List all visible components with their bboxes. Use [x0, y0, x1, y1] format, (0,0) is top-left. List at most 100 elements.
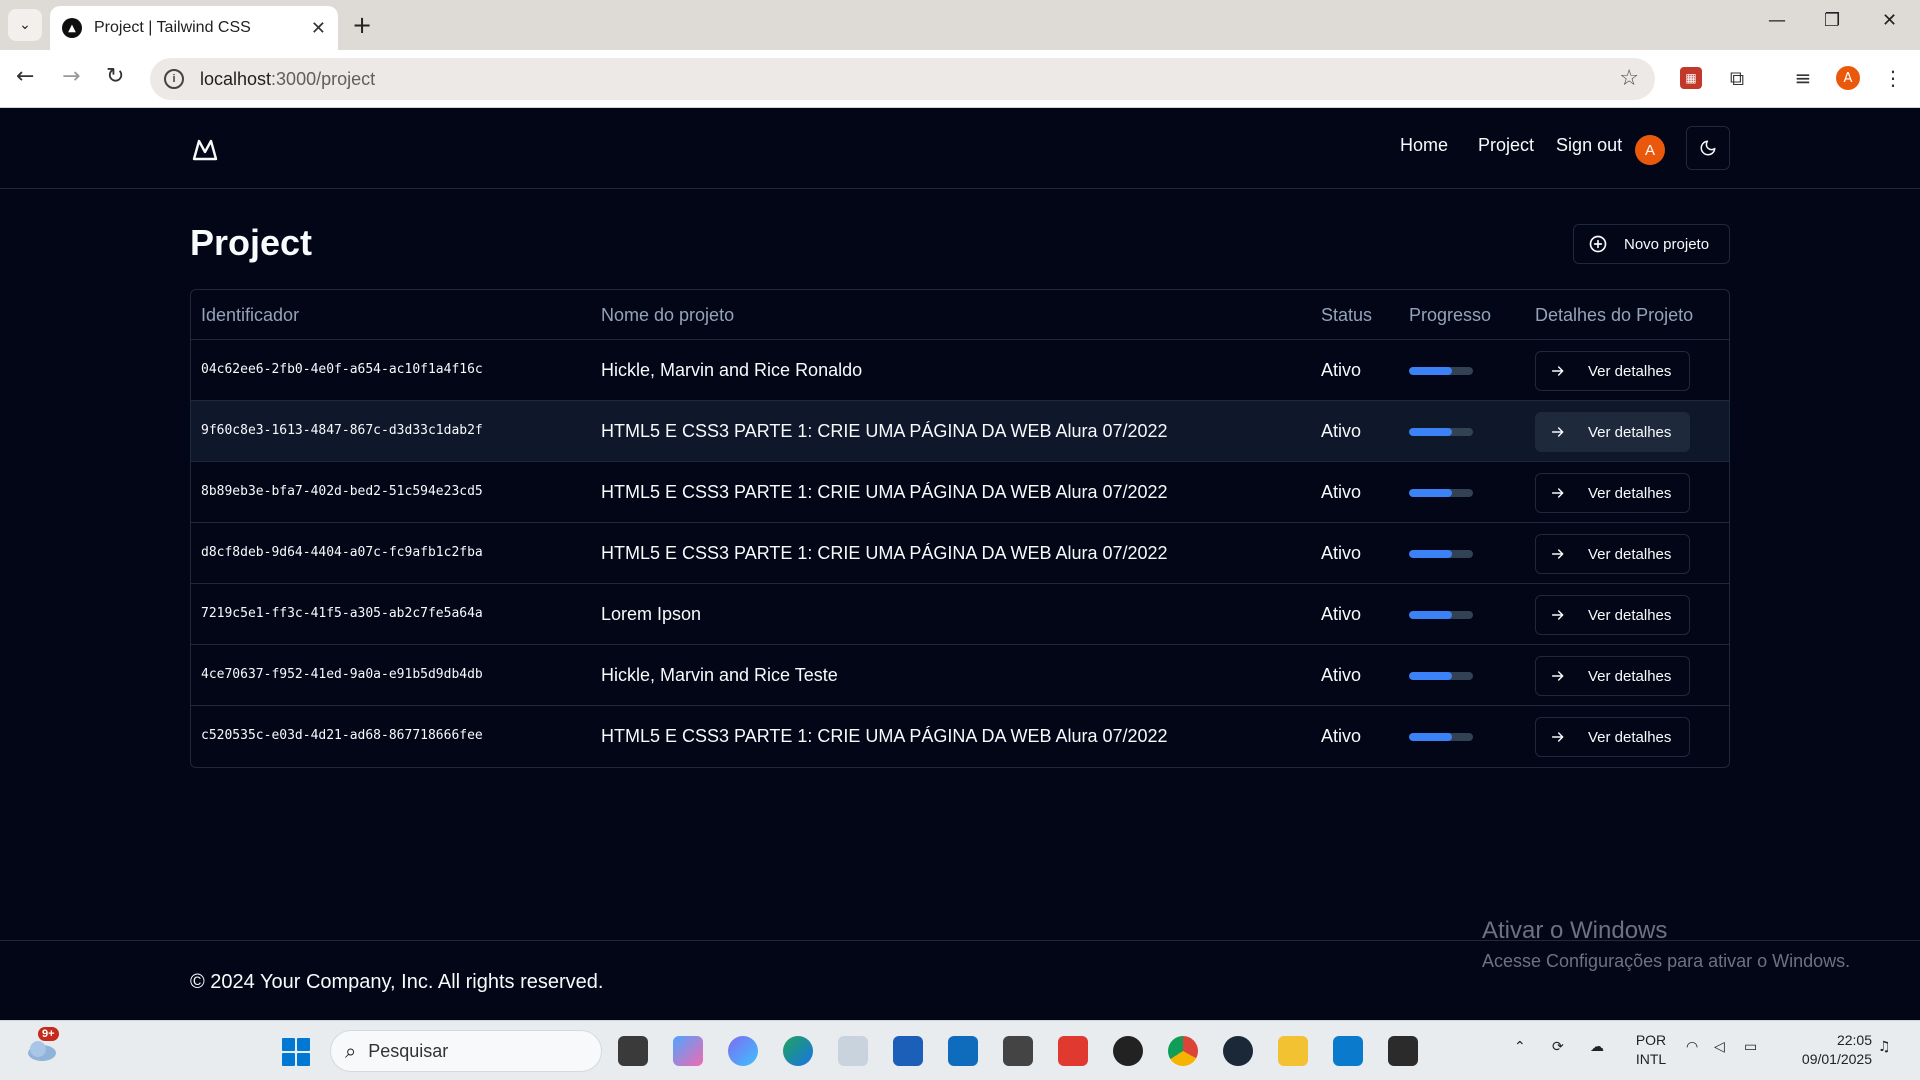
language-indicator[interactable]: POR INTL — [1634, 1031, 1668, 1069]
task-view-icon[interactable] — [618, 1036, 648, 1066]
m365-icon[interactable] — [728, 1036, 758, 1066]
progress-bar — [1409, 733, 1473, 741]
windows-start-icon[interactable] — [282, 1038, 310, 1066]
chrome-icon[interactable] — [1168, 1036, 1198, 1066]
browser-toolbar: ← → ↻ i localhost:3000/project ☆ ▦ ⧉ ≡ ⋮ — [0, 50, 1920, 108]
wifi-icon[interactable]: ◠ — [1686, 1039, 1698, 1055]
media-control-icon[interactable]: ≡ — [1788, 63, 1818, 93]
ver-detalhes-button[interactable]: Ver detalhes — [1535, 717, 1690, 757]
arrow-right-icon — [1551, 366, 1564, 376]
tab-search-chevron-icon[interactable]: ⌄ — [8, 9, 42, 41]
sync-icon[interactable]: ⟳ — [1552, 1039, 1564, 1055]
address-bar[interactable]: i localhost:3000/project ☆ — [150, 58, 1655, 100]
reload-icon[interactable]: ↻ — [106, 64, 124, 89]
onedrive-cloud-icon[interactable]: ☁ — [1590, 1039, 1604, 1055]
app-icon-red[interactable] — [1058, 1036, 1088, 1066]
ver-detalhes-button[interactable]: Ver detalhes — [1535, 656, 1690, 696]
ver-detalhes-button[interactable]: Ver detalhes — [1535, 595, 1690, 635]
terminal-icon[interactable] — [1388, 1036, 1418, 1066]
ver-detalhes-button[interactable]: Ver detalhes — [1535, 473, 1690, 513]
notepad-icon[interactable] — [838, 1036, 868, 1066]
search-icon: ⌕ — [345, 1039, 357, 1063]
app-icon-dark[interactable] — [1003, 1036, 1033, 1066]
logo-icon[interactable] — [190, 134, 220, 164]
browser-profile-avatar[interactable]: A — [1836, 66, 1860, 90]
site-info-icon[interactable]: i — [164, 69, 184, 89]
windows-activation-subtitle: Acesse Configurações para ativar o Windo… — [1482, 951, 1851, 971]
close-window-icon[interactable]: ✕ — [1882, 10, 1897, 31]
extensions-puzzle-icon[interactable]: ⧉ — [1722, 63, 1752, 93]
tab-close-icon[interactable]: ✕ — [311, 18, 326, 39]
app-icon-circle[interactable] — [1113, 1036, 1143, 1066]
edge-icon[interactable] — [783, 1036, 813, 1066]
table-row: d8cf8deb-9d64-4404-a07c-fc9afb1c2fba HTML… — [191, 523, 1729, 584]
col-identificador: Identificador — [201, 305, 300, 325]
progress-fill — [1409, 489, 1452, 497]
vscode-icon[interactable] — [1333, 1036, 1363, 1066]
col-progresso: Progresso — [1409, 305, 1492, 325]
new-tab-icon[interactable]: + — [352, 11, 372, 39]
taskbar-search-placeholder: Pesquisar — [368, 1040, 449, 1061]
arrow-right-icon — [1551, 671, 1564, 681]
ver-detalhes-button[interactable]: Ver detalhes — [1535, 534, 1690, 574]
col-nome-projeto: Nome do projeto — [601, 305, 735, 325]
ver-detalhes-button[interactable]: Ver detalhes — [1535, 412, 1690, 452]
tray-chevron-up-icon[interactable]: ⌃ — [1514, 1039, 1526, 1055]
progress-bar — [1409, 611, 1473, 619]
cell-nome-projeto: HTML5 E CSS3 PARTE 1: CRIE UMA PÁGINA DA… — [601, 421, 1168, 441]
cell-status: Ativo — [1321, 421, 1362, 441]
table-row: 9f60c8e3-1613-4847-867c-d3d33c1dab2f HTML… — [191, 401, 1729, 462]
bookmark-star-icon[interactable]: ☆ — [1619, 66, 1639, 91]
cell-status: Ativo — [1321, 604, 1362, 624]
arrow-right-icon — [1551, 610, 1564, 620]
nav-project[interactable]: Project — [1478, 135, 1534, 156]
volume-icon[interactable]: ◁ — [1714, 1039, 1725, 1055]
extension-icon[interactable]: ▦ — [1680, 67, 1702, 89]
back-icon[interactable]: ← — [16, 64, 34, 89]
outlook-icon[interactable] — [948, 1036, 978, 1066]
nav-sign-out[interactable]: Sign out — [1556, 135, 1622, 156]
forward-icon[interactable]: → — [62, 64, 80, 89]
menu-kebab-icon[interactable]: ⋮ — [1878, 63, 1908, 93]
cell-status: Ativo — [1321, 543, 1362, 563]
browser-tab[interactable]: ▲ Project | Tailwind CSS ✕ — [50, 6, 338, 50]
main-nav: Home Project Sign out — [1400, 135, 1622, 156]
store-icon[interactable] — [893, 1036, 923, 1066]
steam-icon[interactable] — [1223, 1036, 1253, 1066]
notification-bell-icon[interactable]: ♫ — [1878, 1039, 1891, 1055]
taskbar-clock[interactable]: 22:05 09/01/2025 — [1788, 1031, 1872, 1069]
tab-favicon-icon: ▲ — [62, 18, 82, 38]
clock-time: 22:05 — [1836, 1032, 1872, 1048]
battery-icon[interactable]: ▭ — [1744, 1039, 1757, 1055]
cell-identificador: 9f60c8e3-1613-4847-867c-d3d33c1dab2f — [201, 423, 483, 438]
new-project-label: Novo projeto — [1624, 235, 1710, 253]
file-explorer-icon[interactable] — [1278, 1036, 1308, 1066]
cell-nome-projeto: Hickle, Marvin and Rice Ronaldo — [601, 360, 863, 380]
progress-fill — [1409, 611, 1452, 619]
table-body: 04c62ee6-2fb0-4e0f-a654-ac10f1a4f16c Hick… — [191, 340, 1729, 767]
cell-identificador: c520535c-e03d-4d21-ad68-867718666fee — [201, 728, 483, 743]
user-avatar[interactable]: A — [1635, 135, 1665, 165]
cell-nome-projeto: HTML5 E CSS3 PARTE 1: CRIE UMA PÁGINA DA… — [601, 726, 1168, 746]
windows-activation-title: Ativar o Windows — [1482, 917, 1668, 944]
cell-nome-projeto: Lorem Ipson — [601, 604, 702, 624]
lang-code: POR — [1635, 1032, 1667, 1048]
ver-detalhes-label: Ver detalhes — [1588, 728, 1672, 746]
theme-toggle-button[interactable] — [1686, 126, 1730, 170]
cell-identificador: d8cf8deb-9d64-4404-a07c-fc9afb1c2fba — [201, 545, 483, 560]
copilot-icon[interactable] — [673, 1036, 703, 1066]
cell-status: Ativo — [1321, 665, 1362, 685]
ver-detalhes-button[interactable]: Ver detalhes — [1535, 351, 1690, 391]
moon-icon — [1700, 140, 1716, 156]
taskbar-search[interactable]: ⌕ Pesquisar — [330, 1030, 602, 1072]
projects-table: Identificador Nome do projeto Status Pro… — [190, 289, 1730, 768]
tab-title: Project | Tailwind CSS — [94, 19, 251, 36]
footer-copyright: © 2024 Your Company, Inc. All rights res… — [190, 971, 604, 993]
progress-bar — [1409, 489, 1473, 497]
restore-icon[interactable]: ❐ — [1824, 10, 1840, 31]
clock-date: 09/01/2025 — [1801, 1051, 1872, 1067]
cell-nome-projeto: HTML5 E CSS3 PARTE 1: CRIE UMA PÁGINA DA… — [601, 543, 1168, 563]
minimize-icon[interactable]: — — [1768, 10, 1786, 31]
new-project-button[interactable]: Novo projeto — [1573, 224, 1730, 264]
nav-home[interactable]: Home — [1400, 135, 1448, 156]
